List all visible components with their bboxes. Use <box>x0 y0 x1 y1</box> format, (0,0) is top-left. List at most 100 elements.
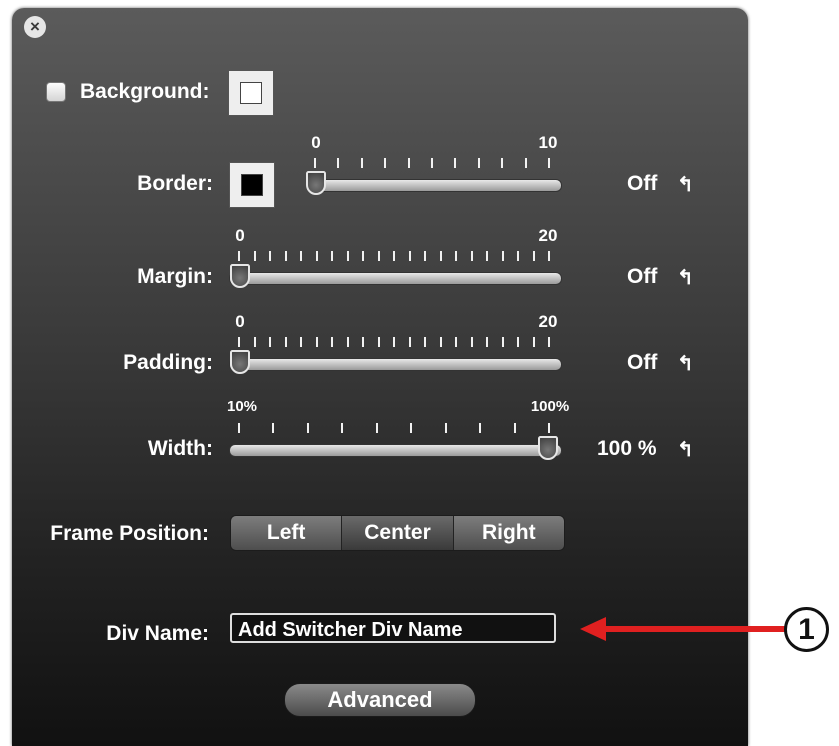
padding-reset-icon[interactable]: ↰ <box>677 351 694 376</box>
border-slider-track[interactable] <box>306 179 562 192</box>
slider-tick <box>346 337 349 347</box>
slider-tick <box>517 251 519 261</box>
close-icon[interactable]: × <box>24 16 46 38</box>
background-color-swatch[interactable] <box>228 70 274 116</box>
slider-tick <box>548 158 550 168</box>
slider-tick <box>269 251 271 261</box>
slider-tick <box>253 337 256 347</box>
slider-tick <box>375 423 378 433</box>
border-value: Off <box>627 172 658 195</box>
slider-tick <box>341 423 344 433</box>
slider-tick <box>346 251 349 261</box>
slider-tick <box>384 158 387 168</box>
slider-tick <box>548 423 550 433</box>
slider-tick <box>315 337 318 347</box>
padding-max-label: 20 <box>538 312 558 331</box>
slider-tick <box>486 251 488 261</box>
border-label: Border: <box>137 172 213 195</box>
frame-position-left[interactable]: Left <box>231 516 343 550</box>
slider-tick <box>408 337 411 347</box>
slider-tick <box>439 251 442 261</box>
callout-arrow-icon <box>580 617 786 641</box>
border-color-swatch[interactable] <box>229 162 275 208</box>
padding-slider-track[interactable] <box>229 358 562 371</box>
slider-tick <box>269 337 271 347</box>
padding-ticks <box>238 337 550 347</box>
slider-tick <box>362 251 364 261</box>
slider-tick <box>314 158 316 168</box>
slider-tick <box>477 158 480 168</box>
slider-tick <box>306 423 309 433</box>
padding-value: Off <box>627 351 658 374</box>
slider-tick <box>238 423 240 433</box>
slider-tick <box>238 337 240 347</box>
margin-ticks <box>238 251 550 261</box>
slider-tick <box>486 337 488 347</box>
callout-number-badge: 1 <box>784 607 829 652</box>
border-ticks <box>314 158 550 168</box>
margin-slider-thumb[interactable] <box>230 264 250 288</box>
padding-slider-thumb[interactable] <box>230 350 250 374</box>
slider-tick <box>284 337 287 347</box>
slider-tick <box>377 251 380 261</box>
frame-position-right[interactable]: Right <box>453 516 564 550</box>
slider-tick <box>424 337 426 347</box>
slider-tick <box>431 158 433 168</box>
border-color-well <box>241 174 263 196</box>
border-slider-thumb[interactable] <box>306 171 326 195</box>
slider-tick <box>393 251 395 261</box>
slider-tick <box>253 251 256 261</box>
background-checkbox[interactable] <box>46 82 66 102</box>
margin-label: Margin: <box>137 265 213 288</box>
slider-tick <box>513 423 516 433</box>
border-max-label: 10 <box>538 133 558 152</box>
margin-slider-track[interactable] <box>229 272 562 285</box>
width-min-label: 10% <box>226 398 258 415</box>
frame-position-label: Frame Position: <box>50 522 209 545</box>
slider-tick <box>517 337 519 347</box>
padding-min-label: 0 <box>235 312 245 331</box>
slider-tick <box>238 251 240 261</box>
slider-tick <box>479 423 482 433</box>
slider-tick <box>501 337 504 347</box>
slider-tick <box>548 251 550 261</box>
width-slider-thumb[interactable] <box>538 436 558 460</box>
margin-value: Off <box>627 265 658 288</box>
width-slider-track[interactable] <box>229 444 562 457</box>
margin-min-label: 0 <box>235 226 245 245</box>
margin-max-label: 20 <box>538 226 558 245</box>
div-name-field[interactable]: Add Switcher Div Name <box>230 613 556 643</box>
slider-tick <box>470 337 473 347</box>
slider-tick <box>524 158 527 168</box>
padding-label: Padding: <box>123 351 213 374</box>
slider-tick <box>532 337 535 347</box>
width-reset-icon[interactable]: ↰ <box>677 437 694 462</box>
slider-tick <box>331 337 333 347</box>
slider-tick <box>407 158 410 168</box>
slider-tick <box>408 251 411 261</box>
slider-tick <box>393 337 395 347</box>
background-label: Background: <box>80 80 210 103</box>
slider-tick <box>337 158 340 168</box>
frame-position-control: Left Center Right <box>230 515 565 551</box>
slider-tick <box>284 251 287 261</box>
background-color-well <box>240 82 262 104</box>
margin-reset-icon[interactable]: ↰ <box>677 265 694 290</box>
border-reset-icon[interactable]: ↰ <box>677 172 694 197</box>
border-min-label: 0 <box>311 133 321 152</box>
frame-position-center[interactable]: Center <box>342 516 454 550</box>
width-label: Width: <box>147 437 213 460</box>
slider-tick <box>455 337 457 347</box>
slider-tick <box>470 251 473 261</box>
slider-tick <box>455 251 457 261</box>
slider-tick <box>360 158 363 168</box>
slider-tick <box>439 337 442 347</box>
slider-tick <box>315 251 318 261</box>
slider-tick <box>501 158 504 168</box>
advanced-button[interactable]: Advanced <box>284 683 476 717</box>
slider-tick <box>410 423 413 433</box>
div-name-label: Div Name: <box>106 622 209 645</box>
slider-tick <box>300 251 302 261</box>
slider-tick <box>532 251 535 261</box>
slider-tick <box>454 158 457 168</box>
